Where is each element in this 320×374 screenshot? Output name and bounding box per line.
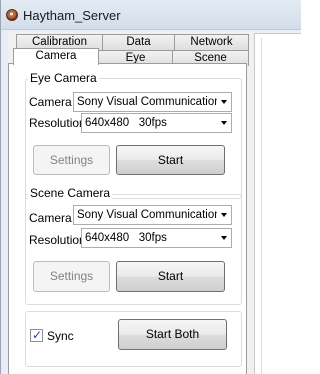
eye-camera-select-value: Sony Visual Communication Car <box>77 96 217 108</box>
chevron-down-icon <box>221 121 227 125</box>
scene-resolution-select-value: 640x480 30fps <box>85 232 167 244</box>
window-title: Haytham_Server <box>23 8 121 23</box>
camera-tab-panel: Eye Camera Camera Sony Visual Communicat… <box>8 63 247 374</box>
app-window: Haytham_Server Calibration Data Network … <box>0 0 301 374</box>
tab-camera[interactable]: Camera <box>13 48 99 65</box>
scene-resolution-label: Resolution <box>29 233 86 247</box>
eye-start-button[interactable]: Start <box>116 145 225 175</box>
tab-network[interactable]: Network <box>174 34 249 50</box>
eye-camera-group-title: Eye Camera <box>28 71 99 85</box>
scene-resolution-select[interactable]: 640x480 30fps <box>81 228 232 248</box>
eye-resolution-select-value: 640x480 30fps <box>85 117 167 129</box>
eye-camera-label: Camera <box>29 95 72 109</box>
sync-label: Sync <box>47 329 74 343</box>
sync-checkbox[interactable]: ✓ <box>30 328 43 342</box>
checkmark-icon: ✓ <box>32 328 43 342</box>
right-pane-divider <box>261 38 262 374</box>
scene-settings-button[interactable]: Settings <box>33 261 110 292</box>
eye-resolution-label: Resolution <box>29 116 86 130</box>
title-bar[interactable]: Haytham_Server <box>1 0 301 30</box>
tab-data[interactable]: Data <box>102 34 175 50</box>
scene-start-button[interactable]: Start <box>116 261 225 292</box>
scene-camera-select-value: Sony Visual Communication Car <box>77 209 217 221</box>
chevron-down-icon <box>221 100 227 104</box>
eye-camera-select[interactable]: Sony Visual Communication Car <box>73 92 232 112</box>
scene-camera-select[interactable]: Sony Visual Communication Car <box>73 205 232 225</box>
chevron-down-icon <box>221 236 227 240</box>
haytham-app-icon <box>6 9 18 21</box>
scene-camera-label: Camera <box>29 211 72 225</box>
start-both-button[interactable]: Start Both <box>118 319 227 350</box>
eye-settings-button[interactable]: Settings <box>33 145 110 175</box>
chevron-down-icon <box>221 213 227 217</box>
scene-camera-group-title: Scene Camera <box>28 186 113 200</box>
eye-resolution-select[interactable]: 640x480 30fps <box>81 113 232 133</box>
